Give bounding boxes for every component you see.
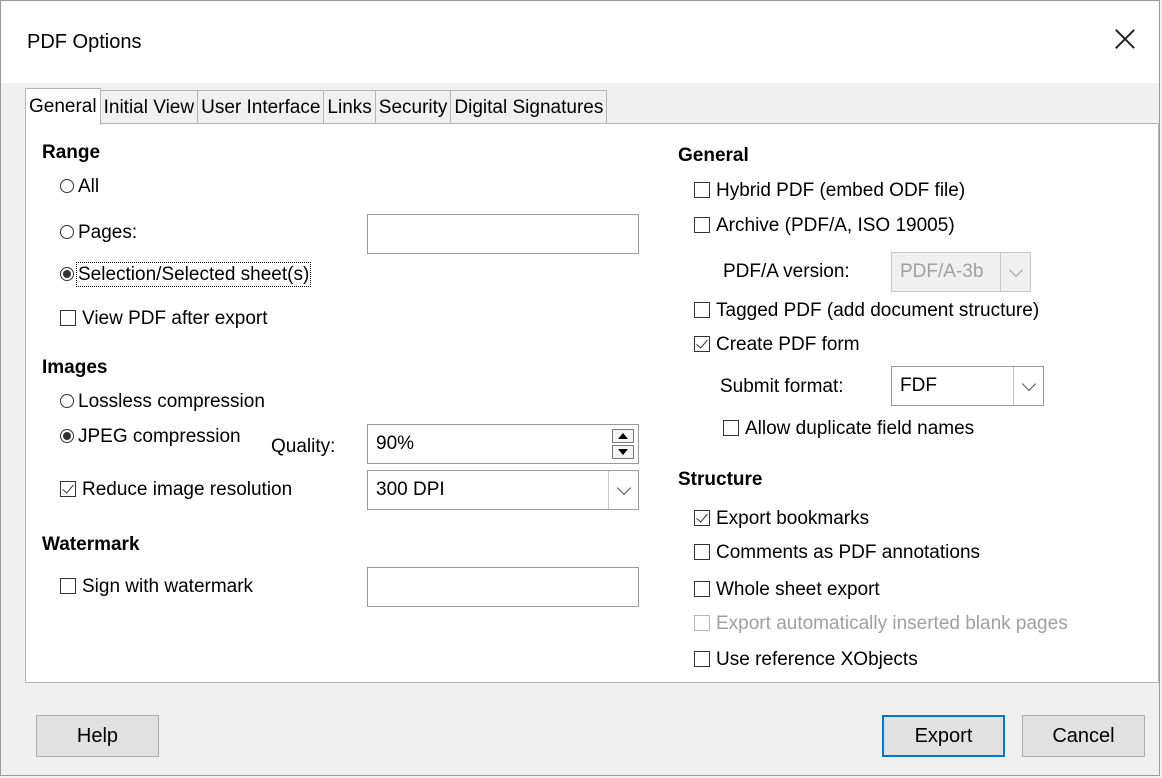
pdfa-version-label: PDF/A version: bbox=[723, 261, 850, 282]
reduce-resolution-label: Reduce image resolution bbox=[82, 479, 293, 500]
checkbox-icon bbox=[694, 651, 710, 667]
submit-format-label: Submit format: bbox=[720, 376, 844, 397]
pdfa-version-dropdown: PDF/A-3b bbox=[891, 252, 1031, 292]
radio-selected-icon bbox=[60, 267, 74, 281]
checkbox-icon bbox=[694, 302, 710, 318]
general-tab-panel: Range All Pages: Selection/Selected shee… bbox=[25, 123, 1159, 683]
comments-as-pdf-annotations-checkbox[interactable]: Comments as PDF annotations bbox=[694, 542, 980, 564]
checkbox-icon bbox=[723, 420, 739, 436]
range-all-option[interactable]: All bbox=[60, 176, 99, 198]
quality-label: Quality: bbox=[271, 436, 336, 457]
archive-pdfa-checkbox[interactable]: Archive (PDF/A, ISO 19005) bbox=[694, 215, 955, 237]
xobjects-label: Use reference XObjects bbox=[716, 649, 918, 670]
resolution-value: 300 DPI bbox=[376, 479, 445, 500]
dropdown-button bbox=[1000, 253, 1030, 291]
view-pdf-after-export-checkbox[interactable]: View PDF after export bbox=[60, 308, 268, 330]
lossless-label: Lossless compression bbox=[78, 391, 265, 412]
dropdown-button[interactable] bbox=[608, 471, 638, 509]
checkbox-checked-icon bbox=[694, 510, 710, 526]
quality-value: 90% bbox=[376, 433, 415, 454]
range-all-label: All bbox=[78, 176, 100, 197]
close-icon[interactable] bbox=[1107, 21, 1143, 57]
radio-selected-icon bbox=[60, 429, 74, 443]
tab-strip: General Initial View User Interface Link… bbox=[25, 88, 608, 125]
quality-spinbox[interactable]: 90% bbox=[367, 424, 639, 464]
view-pdf-label: View PDF after export bbox=[82, 308, 268, 329]
submit-format-dropdown[interactable]: FDF bbox=[891, 366, 1044, 406]
title-bar: PDF Options bbox=[1, 1, 1159, 83]
create-pdf-form-checkbox[interactable]: Create PDF form bbox=[694, 334, 860, 356]
pdfa-version-value: PDF/A-3b bbox=[900, 261, 984, 282]
hybrid-pdf-label: Hybrid PDF (embed ODF file) bbox=[716, 180, 966, 201]
spin-down-icon[interactable] bbox=[612, 445, 634, 459]
dialog-title: PDF Options bbox=[27, 31, 142, 53]
tab-user-interface[interactable]: User Interface bbox=[197, 90, 325, 125]
help-button[interactable]: Help bbox=[36, 715, 159, 757]
checkbox-checked-icon bbox=[694, 336, 710, 352]
archive-label: Archive (PDF/A, ISO 19005) bbox=[716, 215, 955, 236]
export-bookmarks-checkbox[interactable]: Export bookmarks bbox=[694, 508, 869, 530]
checkbox-icon bbox=[60, 578, 76, 594]
chevron-down-icon bbox=[616, 480, 631, 495]
tab-security[interactable]: Security bbox=[374, 90, 452, 125]
create-form-label: Create PDF form bbox=[716, 334, 860, 355]
jpeg-label: JPEG compression bbox=[78, 426, 241, 447]
checkbox-icon bbox=[60, 310, 76, 326]
range-selection-label: Selection/Selected sheet(s) bbox=[75, 262, 312, 287]
sign-watermark-label: Sign with watermark bbox=[82, 576, 254, 597]
whole-sheet-label: Whole sheet export bbox=[716, 579, 880, 600]
tab-initial-view[interactable]: Initial View bbox=[99, 90, 199, 125]
blank-pages-label: Export automatically inserted blank page… bbox=[716, 613, 1068, 634]
checkbox-icon bbox=[694, 544, 710, 560]
general-heading: General bbox=[678, 145, 749, 166]
submit-format-value: FDF bbox=[900, 375, 937, 396]
use-reference-xobjects-checkbox[interactable]: Use reference XObjects bbox=[694, 649, 918, 671]
range-pages-option[interactable]: Pages: bbox=[60, 222, 137, 244]
spin-up-icon[interactable] bbox=[612, 429, 634, 443]
tab-digital-signatures[interactable]: Digital Signatures bbox=[450, 90, 608, 125]
comments-label: Comments as PDF annotations bbox=[716, 542, 981, 563]
jpeg-compression-option[interactable]: JPEG compression bbox=[60, 426, 241, 448]
checkbox-icon bbox=[694, 581, 710, 597]
structure-heading: Structure bbox=[678, 469, 763, 490]
watermark-heading: Watermark bbox=[42, 534, 140, 555]
quality-spinner bbox=[612, 429, 634, 459]
allow-duplicate-field-names-checkbox[interactable]: Allow duplicate field names bbox=[723, 418, 974, 440]
range-selection-option[interactable]: Selection/Selected sheet(s) bbox=[60, 262, 312, 287]
range-heading: Range bbox=[42, 142, 101, 163]
checkbox-icon bbox=[694, 182, 710, 198]
tagged-pdf-checkbox[interactable]: Tagged PDF (add document structure) bbox=[694, 300, 1039, 322]
whole-sheet-export-checkbox[interactable]: Whole sheet export bbox=[694, 579, 880, 601]
reduce-image-resolution-checkbox[interactable]: Reduce image resolution bbox=[60, 479, 292, 501]
allow-duplicate-label: Allow duplicate field names bbox=[745, 418, 975, 439]
radio-icon bbox=[60, 179, 74, 193]
sign-with-watermark-checkbox[interactable]: Sign with watermark bbox=[60, 576, 253, 598]
resolution-dropdown[interactable]: 300 DPI bbox=[367, 470, 639, 510]
dropdown-button[interactable] bbox=[1013, 367, 1043, 405]
images-heading: Images bbox=[42, 357, 108, 378]
lossless-compression-option[interactable]: Lossless compression bbox=[60, 391, 265, 413]
export-button[interactable]: Export bbox=[882, 715, 1005, 757]
checkbox-disabled-icon bbox=[694, 615, 710, 631]
cancel-button[interactable]: Cancel bbox=[1022, 715, 1145, 757]
tab-links[interactable]: Links bbox=[323, 90, 376, 125]
checkbox-icon bbox=[694, 217, 710, 233]
chevron-down-icon bbox=[1021, 376, 1036, 391]
pdf-options-dialog: PDF Options General Initial View User In… bbox=[0, 0, 1160, 776]
tagged-pdf-label: Tagged PDF (add document structure) bbox=[716, 300, 1040, 321]
hybrid-pdf-checkbox[interactable]: Hybrid PDF (embed ODF file) bbox=[694, 180, 965, 202]
radio-icon bbox=[60, 394, 74, 408]
export-blank-pages-checkbox: Export automatically inserted blank page… bbox=[694, 613, 1068, 635]
pages-input[interactable] bbox=[367, 214, 639, 254]
checkbox-checked-icon bbox=[60, 481, 76, 497]
export-bookmarks-label: Export bookmarks bbox=[716, 508, 870, 529]
chevron-down-icon bbox=[1008, 262, 1023, 277]
radio-icon bbox=[60, 225, 74, 239]
tab-general[interactable]: General bbox=[25, 88, 101, 125]
range-pages-label: Pages: bbox=[78, 222, 138, 243]
watermark-text-input[interactable] bbox=[367, 567, 639, 607]
